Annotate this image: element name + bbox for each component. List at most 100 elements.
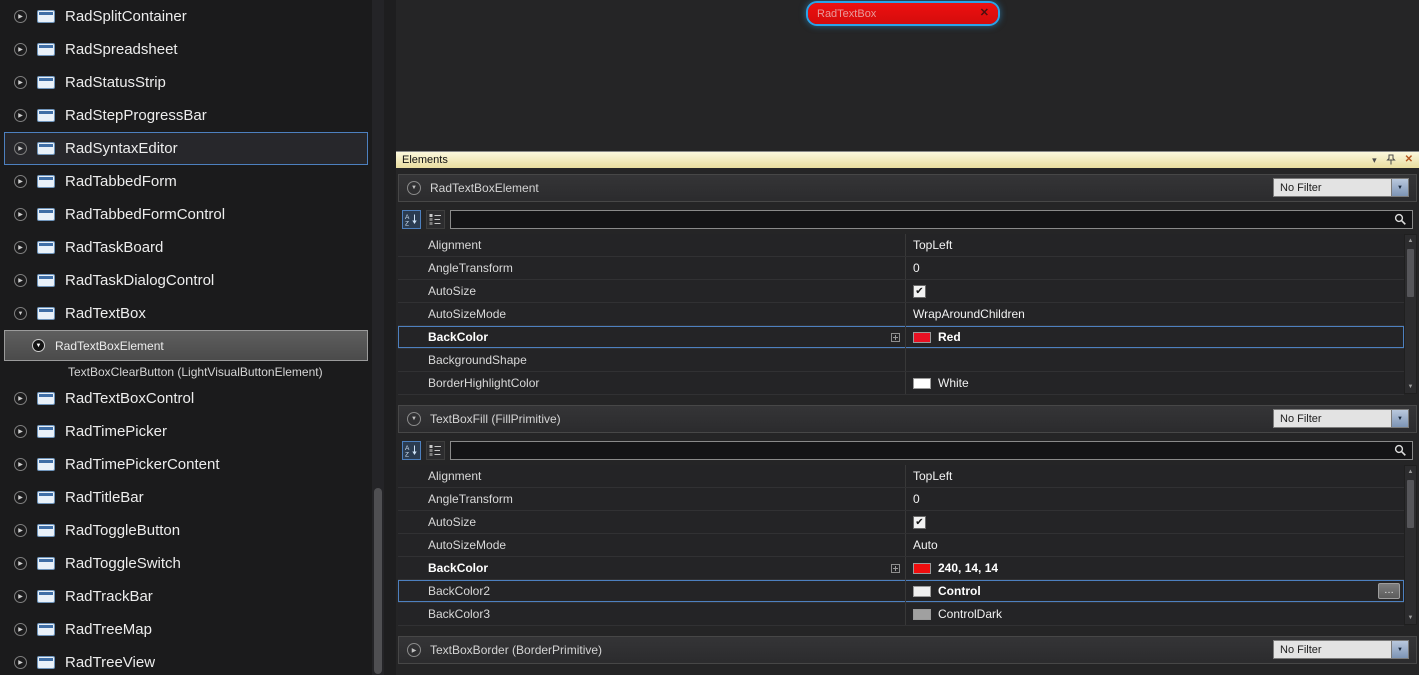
tree-item-radsplitcontainer[interactable]: ▶ RadSplitContainer xyxy=(4,0,368,33)
expand-arrow-icon[interactable]: ▶ xyxy=(14,524,27,537)
property-value-cell[interactable]: TopLeft xyxy=(906,234,1404,256)
filter-dropdown-arrow-icon[interactable]: ▼ xyxy=(1391,641,1408,658)
sort-alphabetical-button[interactable]: AZ xyxy=(402,209,421,229)
property-value-cell[interactable]: Control… xyxy=(906,580,1404,602)
tree-item-radtaskdialogcontrol[interactable]: ▶ RadTaskDialogControl xyxy=(4,264,368,297)
scrollbar-thumb[interactable] xyxy=(1407,480,1414,528)
tree-item-radtabbedform[interactable]: ▶ RadTabbedForm xyxy=(4,165,368,198)
expand-arrow-icon[interactable]: ▶ xyxy=(14,274,27,287)
filter-dropdown[interactable]: No Filter ▼ xyxy=(1273,178,1409,197)
property-row-autosize[interactable]: AutoSize ✔ xyxy=(398,280,1404,303)
property-value-cell[interactable]: TopLeft xyxy=(906,465,1404,487)
ellipsis-button[interactable]: … xyxy=(1378,583,1400,599)
property-row-backcolor2[interactable]: BackColor2 Control… xyxy=(398,580,1404,603)
section-collapse-icon[interactable]: ▼ xyxy=(407,412,421,426)
expand-arrow-icon[interactable]: ▶ xyxy=(14,491,27,504)
expand-arrow-icon[interactable]: ▶ xyxy=(14,623,27,636)
property-value-cell[interactable]: Auto xyxy=(906,534,1404,556)
expand-property-icon[interactable] xyxy=(891,333,900,342)
expand-arrow-icon[interactable]: ▶ xyxy=(14,142,27,155)
tree-item-radtaskboard[interactable]: ▶ RadTaskBoard xyxy=(4,231,368,264)
tree-item-radtreemap[interactable]: ▶ RadTreeMap xyxy=(4,613,368,646)
property-row-autosizemode[interactable]: AutoSizeMode Auto xyxy=(398,534,1404,557)
filter-dropdown[interactable]: No Filter ▼ xyxy=(1273,409,1409,428)
property-row-backgroundshape[interactable]: BackgroundShape xyxy=(398,349,1404,372)
property-value-cell[interactable]: White xyxy=(906,372,1404,394)
panel-menu-icon[interactable]: ▾ xyxy=(1372,155,1377,165)
expand-arrow-icon[interactable]: ▶ xyxy=(14,557,27,570)
property-value-cell[interactable] xyxy=(906,349,1404,371)
tree-item-radtimepicker[interactable]: ▶ RadTimePicker xyxy=(4,415,368,448)
expand-arrow-icon[interactable]: ▶ xyxy=(14,175,27,188)
tree-item-textboxclearbutton-lightvisualbuttonelement[interactable]: TextBoxClearButton (LightVisualButtonEle… xyxy=(4,361,368,382)
expand-arrow-icon[interactable]: ▶ xyxy=(14,76,27,89)
checkbox-checked-icon[interactable]: ✔ xyxy=(913,515,926,529)
tree-item-radtitlebar[interactable]: ▶ RadTitleBar xyxy=(4,481,368,514)
expand-arrow-icon[interactable]: ▶ xyxy=(14,43,27,56)
checkbox-checked-icon[interactable]: ✔ xyxy=(913,284,926,298)
filter-dropdown[interactable]: No Filter ▼ xyxy=(1273,640,1409,659)
scroll-down-icon[interactable]: ▼ xyxy=(1405,612,1416,624)
filter-dropdown-arrow-icon[interactable]: ▼ xyxy=(1391,179,1408,196)
expand-arrow-icon[interactable]: ▶ xyxy=(14,109,27,122)
property-row-angletransform[interactable]: AngleTransform 0 xyxy=(398,257,1404,280)
property-value-cell[interactable]: 240, 14, 14 xyxy=(906,557,1404,579)
property-grid-scrollbar[interactable]: ▲ ▼ xyxy=(1404,234,1417,394)
tree-scrollbar-thumb[interactable] xyxy=(374,488,382,674)
collapse-arrow-icon[interactable]: ▼ xyxy=(14,307,27,320)
section-header-textboxborder-borderprimitive[interactable]: ▶ TextBoxBorder (BorderPrimitive) No Filte… xyxy=(398,636,1417,664)
tree-item-radtogglebutton[interactable]: ▶ RadToggleButton xyxy=(4,514,368,547)
property-row-angletransform[interactable]: AngleTransform 0 xyxy=(398,488,1404,511)
expand-arrow-icon[interactable]: ▶ xyxy=(14,458,27,471)
expand-arrow-icon[interactable]: ▶ xyxy=(14,10,27,23)
section-header-radtextboxelement[interactable]: ▼ RadTextBoxElement No Filter ▼ xyxy=(398,174,1417,202)
tree-item-radtoggleswitch[interactable]: ▶ RadToggleSwitch xyxy=(4,547,368,580)
radtextbox-preview[interactable]: RadTextBox ✕ xyxy=(808,3,998,24)
property-value-cell[interactable]: ✔ xyxy=(906,280,1404,302)
property-row-alignment[interactable]: Alignment TopLeft xyxy=(398,465,1404,488)
expand-arrow-icon[interactable]: ▶ xyxy=(14,392,27,405)
tree-item-radtextbox[interactable]: ▼ RadTextBox xyxy=(4,297,368,330)
property-value-cell[interactable]: ✔ xyxy=(906,511,1404,533)
expand-property-icon[interactable] xyxy=(891,564,900,573)
expand-arrow-icon[interactable]: ▶ xyxy=(14,425,27,438)
scroll-down-icon[interactable]: ▼ xyxy=(1405,381,1416,393)
property-row-backcolor3[interactable]: BackColor3 ControlDark xyxy=(398,603,1404,626)
panel-close-icon[interactable]: ✕ xyxy=(1405,155,1413,165)
property-value-cell[interactable]: WrapAroundChildren xyxy=(906,303,1404,325)
property-row-alignment[interactable]: Alignment TopLeft xyxy=(398,234,1404,257)
sort-alphabetical-button[interactable]: AZ xyxy=(402,440,421,460)
categorized-view-button[interactable] xyxy=(426,440,445,460)
expand-arrow-icon[interactable]: ▶ xyxy=(14,208,27,221)
tree-item-radtimepickercontent[interactable]: ▶ RadTimePickerContent xyxy=(4,448,368,481)
tree-item-radtreeview[interactable]: ▶ RadTreeView xyxy=(4,646,368,675)
scrollbar-thumb[interactable] xyxy=(1407,249,1414,297)
tree-item-radtextboxelement[interactable]: ▼ RadTextBoxElement xyxy=(4,330,368,361)
tree-item-radtextboxcontrol[interactable]: ▶ RadTextBoxControl xyxy=(4,382,368,415)
property-search-input[interactable] xyxy=(455,212,1393,226)
property-value-cell[interactable]: 0 xyxy=(906,488,1404,510)
property-row-backcolor[interactable]: BackColor Red xyxy=(398,326,1404,349)
property-value-cell[interactable]: ControlDark xyxy=(906,603,1404,625)
section-header-textboxfill-fillprimitive[interactable]: ▼ TextBoxFill (FillPrimitive) No Filter ▼ xyxy=(398,405,1417,433)
property-row-autosize[interactable]: AutoSize ✔ xyxy=(398,511,1404,534)
scroll-up-icon[interactable]: ▲ xyxy=(1405,466,1416,478)
section-collapse-icon[interactable]: ▼ xyxy=(407,181,421,195)
categorized-view-button[interactable] xyxy=(426,209,445,229)
expand-arrow-icon[interactable]: ▶ xyxy=(14,656,27,669)
clear-text-icon[interactable]: ✕ xyxy=(980,8,989,19)
property-search-box[interactable] xyxy=(450,209,1413,229)
property-value-cell[interactable]: Red xyxy=(906,326,1404,348)
element-marker-icon[interactable]: ▼ xyxy=(32,339,45,352)
property-grid-scrollbar[interactable]: ▲ ▼ xyxy=(1404,465,1417,625)
tree-item-radtabbedformcontrol[interactable]: ▶ RadTabbedFormControl xyxy=(4,198,368,231)
expand-arrow-icon[interactable]: ▶ xyxy=(14,241,27,254)
tree-item-radsyntaxeditor[interactable]: ▶ RadSyntaxEditor xyxy=(4,132,368,165)
property-search-box[interactable] xyxy=(450,440,1413,460)
panel-pin-icon[interactable] xyxy=(1385,154,1396,167)
filter-dropdown-arrow-icon[interactable]: ▼ xyxy=(1391,410,1408,427)
tree-item-radtrackbar[interactable]: ▶ RadTrackBar xyxy=(4,580,368,613)
tree-item-radstepprogressbar[interactable]: ▶ RadStepProgressBar xyxy=(4,99,368,132)
tree-item-radstatusstrip[interactable]: ▶ RadStatusStrip xyxy=(4,66,368,99)
expand-arrow-icon[interactable]: ▶ xyxy=(14,590,27,603)
